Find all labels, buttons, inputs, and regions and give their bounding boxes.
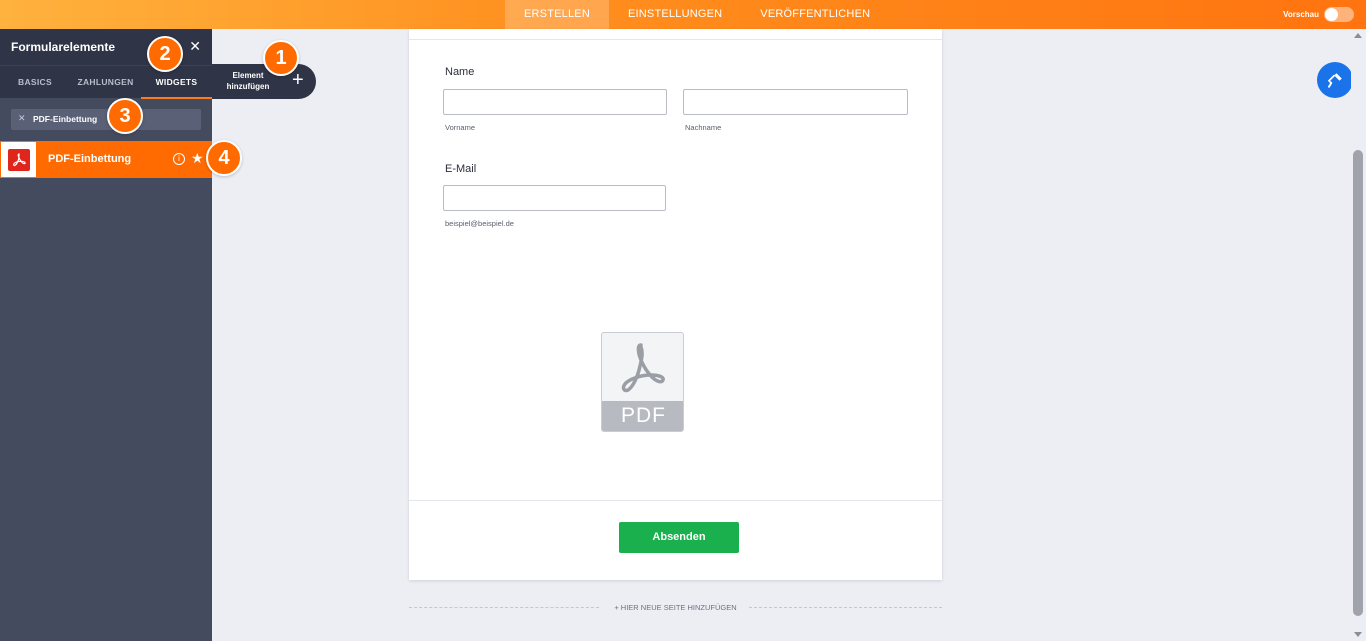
scroll-down-arrow-icon[interactable] — [1354, 632, 1362, 637]
tab-erstellen[interactable]: ERSTELLEN — [505, 0, 609, 29]
add-element-line2: hinzufügen — [226, 82, 270, 91]
widget-item-pdf-einbettung[interactable]: PDF-Einbettung i ★ — [0, 141, 212, 178]
preview-control: Vorschau — [1283, 0, 1354, 29]
builder-tabs: ERSTELLEN EINSTELLUNGEN VERÖFFENTLICHEN — [505, 0, 889, 29]
callout-badge-2: 2 — [147, 36, 183, 72]
name-label: Name — [445, 66, 475, 78]
pdf-icon — [1, 142, 36, 177]
add-element-button[interactable]: Element hinzufügen + — [212, 64, 316, 99]
card-divider-bottom — [409, 500, 942, 501]
card-divider-top — [409, 39, 942, 40]
widget-search-input[interactable]: ✕ PDF-Einbettung — [11, 109, 201, 130]
clear-icon[interactable]: ✕ — [18, 113, 26, 124]
scrollbar[interactable] — [1351, 29, 1366, 641]
plus-icon: + — [292, 69, 304, 91]
pdf-document-icon[interactable]: PDF — [601, 332, 684, 432]
add-element-label: Element hinzufügen — [222, 70, 274, 92]
add-element-line1: Element — [232, 71, 264, 80]
preview-label: Vorschau — [1283, 10, 1319, 19]
email-field[interactable] — [443, 185, 666, 211]
close-icon[interactable]: ✕ — [189, 38, 201, 55]
star-icon[interactable]: ★ — [191, 150, 204, 167]
sidebar-tab-widgets[interactable]: WIDGETS — [141, 66, 212, 99]
add-new-page: + HIER NEUE SEITE HINZUFÜGEN — [409, 601, 942, 613]
last-name-field[interactable] — [683, 89, 908, 115]
first-name-sublabel: Vorname — [445, 123, 476, 132]
preview-toggle[interactable] — [1324, 7, 1354, 22]
last-name-sublabel: Nachname — [685, 123, 722, 132]
callout-badge-4: 4 — [206, 140, 242, 176]
scroll-up-arrow-icon[interactable] — [1354, 33, 1362, 38]
scroll-thumb[interactable] — [1353, 150, 1363, 616]
submit-button[interactable]: Absenden — [619, 522, 739, 553]
search-value: PDF-Einbettung — [33, 114, 98, 124]
sidebar-title: Formularelemente — [11, 40, 116, 54]
form-card: Name Vorname Nachname E-Mail beispiel@be… — [409, 29, 942, 580]
pdf-badge-text: PDF — [602, 401, 683, 431]
add-new-page-link[interactable]: + HIER NEUE SEITE HINZUFÜGEN — [409, 603, 942, 612]
sidebar-tabs: BASICS ZAHLUNGEN WIDGETS — [0, 65, 212, 99]
sidebar-tab-basics[interactable]: BASICS — [0, 66, 70, 99]
callout-badge-1: 1 — [263, 40, 299, 76]
toggle-knob — [1325, 8, 1338, 21]
first-name-field[interactable] — [443, 89, 667, 115]
top-navigation-bar: ERSTELLEN EINSTELLUNGEN VERÖFFENTLICHEN … — [0, 0, 1366, 29]
email-sublabel: beispiel@beispiel.de — [445, 219, 514, 228]
email-label: E-Mail — [445, 163, 477, 175]
widget-item-label: PDF-Einbettung — [48, 153, 132, 165]
info-icon[interactable]: i — [173, 153, 185, 165]
paint-roller-icon — [1327, 73, 1342, 88]
form-elements-sidebar: Formularelemente ✕ BASICS ZAHLUNGEN WIDG… — [0, 29, 212, 641]
tab-veroeffentlichen[interactable]: VERÖFFENTLICHEN — [741, 0, 889, 29]
sidebar-tab-zahlungen[interactable]: ZAHLUNGEN — [70, 66, 141, 99]
callout-badge-3: 3 — [107, 98, 143, 134]
tab-einstellungen[interactable]: EINSTELLUNGEN — [609, 0, 741, 29]
form-designer-button[interactable] — [1317, 62, 1353, 98]
